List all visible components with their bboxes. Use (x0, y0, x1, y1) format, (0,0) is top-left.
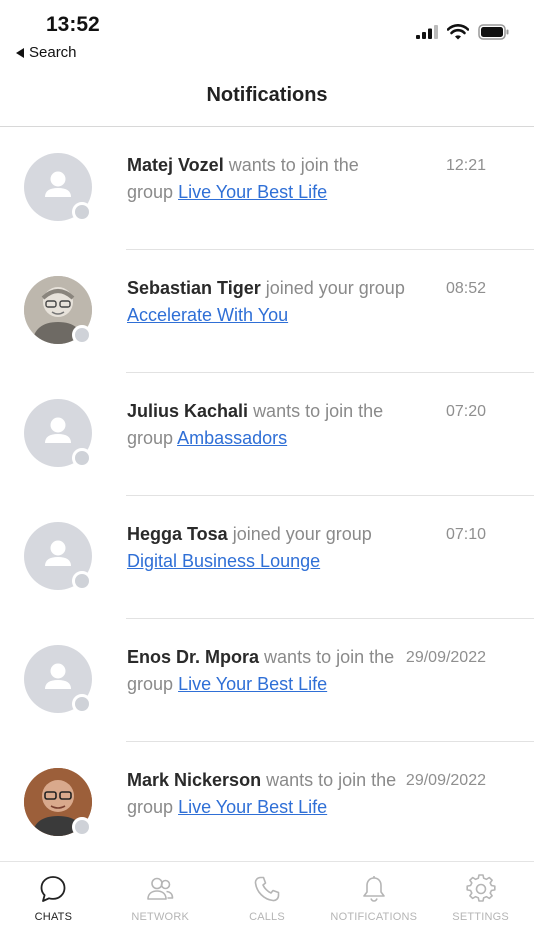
timestamp: 29/09/2022 (405, 772, 486, 789)
user-name[interactable]: Enos Dr. Mpora (127, 647, 259, 667)
presence-indicator (72, 325, 92, 345)
presence-indicator (72, 448, 92, 468)
tab-label: SETTINGS (452, 911, 509, 923)
notification-item[interactable]: Sebastian Tiger joined your group Accele… (0, 250, 534, 373)
notification-item[interactable]: Mark Nickerson wants to join the group L… (0, 742, 534, 865)
notification-text: Sebastian Tiger joined your group Accele… (127, 275, 409, 329)
signal-icon (416, 25, 438, 39)
tab-label: NETWORK (131, 911, 189, 923)
tab-label: NOTIFICATIONS (330, 911, 418, 923)
tab-label: CHATS (34, 911, 73, 923)
people-icon (147, 877, 174, 900)
header: Notifications (0, 70, 534, 127)
tab-label: CALLS (249, 911, 285, 923)
status-bar: 13:52 Search (0, 0, 534, 70)
tab-calls[interactable]: CALLS (214, 862, 321, 950)
timestamp: 29/09/2022 (405, 649, 486, 666)
tab-settings[interactable]: SETTINGS (427, 862, 534, 950)
notification-list: Matej Vozel wants to join the group Live… (0, 127, 534, 865)
presence-indicator (72, 817, 92, 837)
phone-icon (254, 876, 280, 902)
timestamp: 12:21 (445, 157, 486, 174)
notification-item[interactable]: Enos Dr. Mpora wants to join the group L… (0, 619, 534, 742)
group-link[interactable]: Ambassadors (177, 428, 287, 448)
group-link[interactable]: Digital Business Lounge (127, 551, 320, 571)
user-name[interactable]: Matej Vozel (127, 155, 224, 175)
notification-text: Hegga Tosa joined your group Digital Bus… (127, 521, 409, 575)
notification-item[interactable]: Hegga Tosa joined your group Digital Bus… (0, 496, 534, 619)
notification-text: Matej Vozel wants to join the group Live… (127, 152, 409, 206)
notification-item[interactable]: Julius Kachali wants to join the group A… (0, 373, 534, 496)
notification-item[interactable]: Matej Vozel wants to join the group Live… (0, 127, 534, 250)
group-link[interactable]: Live Your Best Life (178, 797, 327, 817)
user-name[interactable]: Julius Kachali (127, 401, 248, 421)
group-link[interactable]: Live Your Best Life (178, 182, 327, 202)
notification-text: Julius Kachali wants to join the group A… (127, 398, 409, 452)
notification-action: joined your group (265, 278, 405, 298)
timestamp: 08:52 (445, 280, 486, 297)
back-label: Search (29, 44, 77, 61)
presence-indicator (72, 202, 92, 222)
bell-icon (362, 876, 385, 902)
timestamp: 07:20 (445, 403, 486, 420)
presence-indicator (72, 694, 92, 714)
group-link[interactable]: Live Your Best Life (178, 674, 327, 694)
page-title: Notifications (206, 84, 328, 106)
notification-text: Enos Dr. Mpora wants to join the group L… (127, 644, 409, 698)
tab-bar: CHATS NETWORK CALLS NOTIFICATIONS SETTIN… (0, 861, 534, 950)
user-name[interactable]: Sebastian Tiger (127, 278, 261, 298)
system-icons (416, 24, 510, 40)
chat-bubble-icon (40, 876, 66, 902)
status-time: 13:52 (46, 13, 100, 36)
timestamp: 07:10 (445, 526, 486, 543)
tab-network[interactable]: NETWORK (107, 862, 214, 950)
battery-icon (478, 24, 509, 40)
tab-notifications[interactable]: NOTIFICATIONS (320, 862, 427, 950)
wifi-icon (447, 24, 469, 40)
user-name[interactable]: Hegga Tosa (127, 524, 228, 544)
presence-indicator (72, 571, 92, 591)
user-name[interactable]: Mark Nickerson (127, 770, 261, 790)
group-link[interactable]: Accelerate With You (127, 305, 288, 325)
tab-chats[interactable]: CHATS (0, 862, 107, 950)
notification-action: joined your group (232, 524, 372, 544)
back-to-search-button[interactable]: Search (16, 44, 77, 61)
notification-text: Mark Nickerson wants to join the group L… (127, 767, 409, 821)
gear-icon (465, 874, 496, 902)
back-arrow-icon (16, 47, 24, 58)
